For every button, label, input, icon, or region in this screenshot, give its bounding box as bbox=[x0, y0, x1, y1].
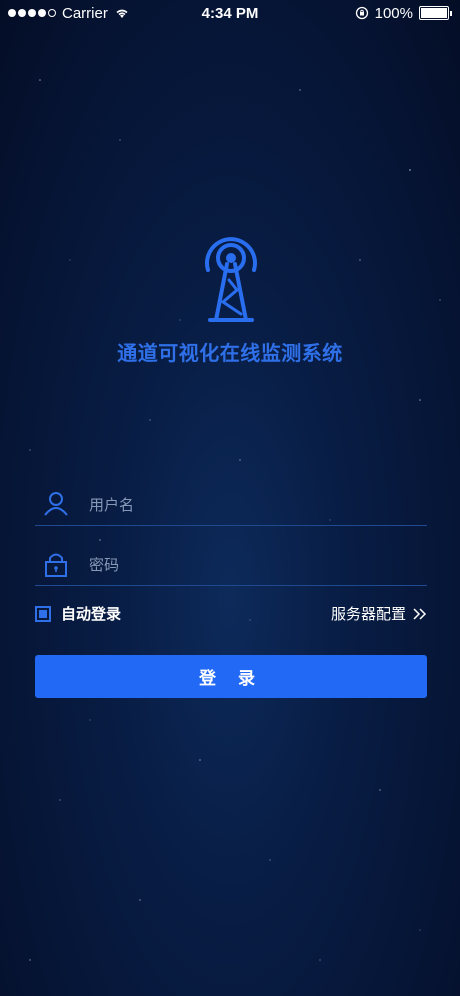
status-right: 100% bbox=[355, 5, 452, 22]
username-field[interactable] bbox=[35, 485, 427, 526]
app-title: 通道可视化在线监测系统 bbox=[117, 341, 343, 365]
auto-login-checkbox[interactable] bbox=[35, 605, 51, 622]
auto-login-label: 自动登录 bbox=[61, 605, 122, 623]
password-input[interactable] bbox=[87, 551, 411, 579]
battery-percent: 100% bbox=[374, 4, 413, 22]
login-button[interactable]: 登 录 bbox=[35, 655, 427, 698]
battery-icon bbox=[419, 6, 449, 20]
double-chevron-right-icon bbox=[413, 607, 427, 620]
server-config-label: 服务器配置 bbox=[330, 605, 406, 623]
battery-cap bbox=[450, 10, 452, 16]
username-input[interactable] bbox=[87, 491, 411, 519]
auto-login[interactable]: 自动登录 bbox=[35, 603, 121, 624]
orientation-lock-icon bbox=[355, 6, 368, 20]
radio-tower-icon bbox=[205, 237, 257, 322]
user-icon bbox=[44, 492, 68, 516]
password-field[interactable] bbox=[35, 545, 427, 586]
checkbox-checked-indicator bbox=[39, 609, 47, 618]
server-config-link[interactable]: 服务器配置 bbox=[331, 603, 428, 624]
status-bar: Carrier 4:34 PM 100% bbox=[0, 0, 460, 26]
lock-icon bbox=[45, 553, 67, 577]
